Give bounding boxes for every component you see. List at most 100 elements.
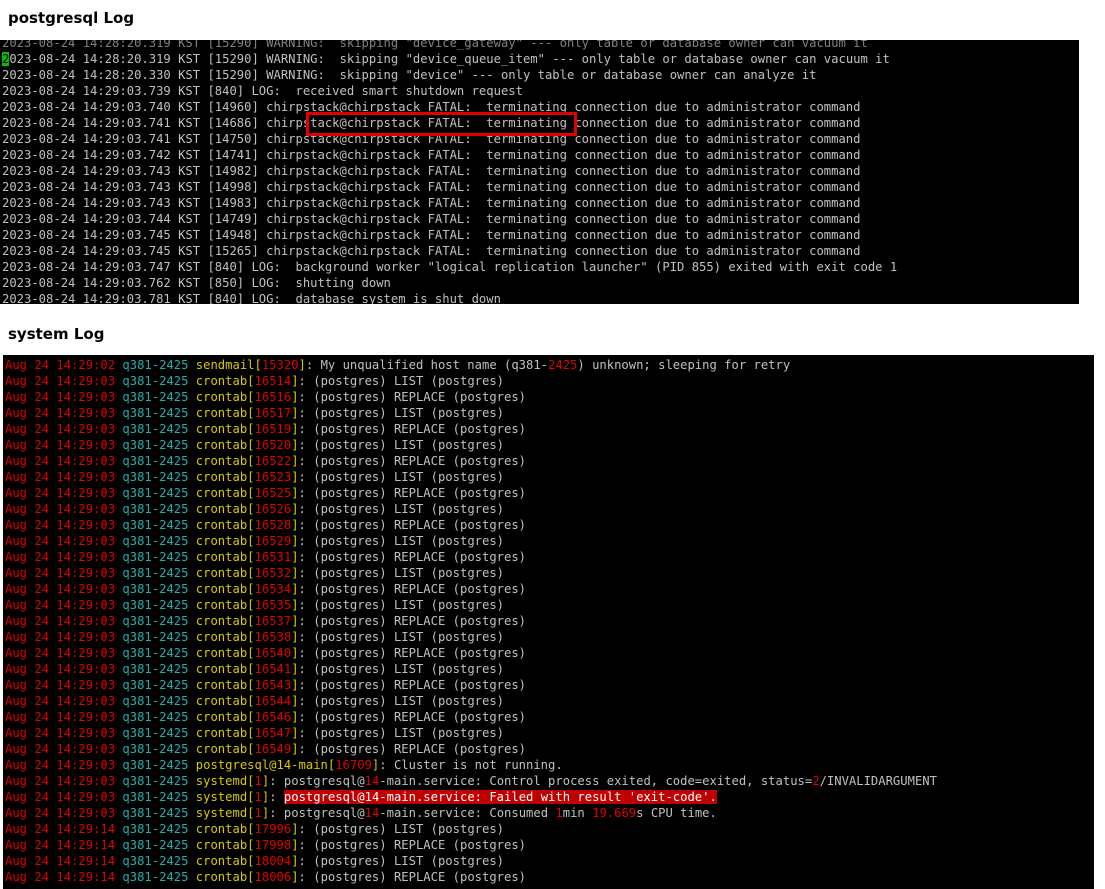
syslog-process: crontab [195, 550, 248, 564]
syslog-line: Aug 24 14:29:03 q381-2425 crontab[16538]… [5, 629, 937, 645]
syslog-line: Aug 24 14:29:03 q381-2425 systemd[1]: po… [5, 805, 937, 821]
syslog-line: Aug 24 14:29:03 q381-2425 crontab[16523]… [5, 469, 937, 485]
syslog-message: My unqualified host name (q381- [320, 358, 549, 372]
log-line-text: 2023-08-24 14:29:03.743 KST [14983] chir… [2, 196, 861, 210]
syslog-host: q381-2425 [122, 438, 189, 452]
syslog-host: q381-2425 [122, 374, 189, 388]
syslog-process: crontab [195, 710, 248, 724]
syslog-separator: : [305, 358, 321, 372]
log-line: 2023-08-24 14:29:03.743 KST [14982] chir… [2, 163, 941, 179]
log-line-text: 2023-08-24 14:29:03.743 KST [14982] chir… [2, 164, 861, 178]
syslog-date: Aug 24 14:29:03 [5, 694, 116, 708]
syslog-process: crontab [195, 534, 248, 548]
syslog-line: Aug 24 14:29:03 q381-2425 crontab[16540]… [5, 645, 937, 661]
log-line: 2023-08-24 14:28:20.319 KST [15290] WARN… [2, 51, 941, 67]
syslog-line: Aug 24 14:29:14 q381-2425 crontab[18004]… [5, 853, 937, 869]
syslog-line: Aug 24 14:29:03 q381-2425 crontab[16535]… [5, 597, 937, 613]
syslog-pid: 16526 [254, 502, 292, 516]
syslog-message: (postgres) REPLACE (postgres) [313, 518, 527, 532]
syslog-message: (postgres) REPLACE (postgres) [313, 486, 527, 500]
syslog-process: crontab [195, 566, 248, 580]
syslog-process: crontab [195, 454, 248, 468]
log-line-text: 2023-08-24 14:29:03.762 KST [850] LOG: s… [2, 276, 391, 290]
log-line-text: 2023-08-24 14:29:03.747 KST [840] LOG: b… [2, 260, 898, 274]
syslog-pid: 16549 [254, 742, 292, 756]
syslog-separator: : [298, 582, 314, 596]
syslog-separator: : [298, 390, 314, 404]
syslog-pid: 1 [254, 774, 262, 788]
syslog-bracket: ] [298, 358, 306, 372]
syslog-process: systemd [195, 790, 248, 804]
syslog-message: ) unknown; sleeping for retry [577, 358, 791, 372]
syslog-line: Aug 24 14:29:03 q381-2425 crontab[16516]… [5, 389, 937, 405]
syslog-date: Aug 24 14:29:03 [5, 806, 116, 820]
syslog-separator: : [298, 518, 314, 532]
log-line-text: 2023-08-24 14:29:03.743 KST [14998] chir… [2, 180, 861, 194]
syslog-host: q381-2425 [122, 502, 189, 516]
log-line: 2023-08-24 14:29:03.743 KST [14983] chir… [2, 195, 941, 211]
syslog-message: (postgres) LIST (postgres) [313, 470, 505, 484]
syslog-bracket: ] [291, 646, 299, 660]
syslog-date: Aug 24 14:29:03 [5, 406, 116, 420]
syslog-bracket: [ [254, 358, 262, 372]
syslog-message: (postgres) LIST (postgres) [313, 566, 505, 580]
syslog-date: Aug 24 14:29:14 [5, 838, 116, 852]
syslog-message: min [562, 806, 593, 820]
syslog-separator: : [298, 630, 314, 644]
postgresql-log-terminal[interactable]: 2023-08-24 14:28:20.319 KST [15290] WARN… [0, 40, 1079, 304]
syslog-bracket: [ [247, 806, 255, 820]
syslog-date: Aug 24 14:29:03 [5, 774, 116, 788]
syslog-host: q381-2425 [122, 566, 189, 580]
syslog-bracket: [ [247, 694, 255, 708]
syslog-host: q381-2425 [122, 486, 189, 500]
syslog-date: Aug 24 14:29:03 [5, 646, 116, 660]
syslog-message: (postgres) LIST (postgres) [313, 502, 505, 516]
syslog-message: (postgres) REPLACE (postgres) [313, 742, 527, 756]
syslog-host: q381-2425 [122, 470, 189, 484]
syslog-date: Aug 24 14:29:03 [5, 710, 116, 724]
log-line-partial: 2023-08-24 14:28:20.319 KST [15290] WARN… [2, 40, 868, 50]
syslog-message: (postgres) LIST (postgres) [313, 438, 505, 452]
syslog-bracket: [ [247, 662, 255, 676]
syslog-line: Aug 24 14:29:03 q381-2425 crontab[16531]… [5, 549, 937, 565]
syslog-error-message: postgresql@14-main.service: Failed with … [283, 790, 717, 804]
syslog-bracket: [ [247, 582, 255, 596]
syslog-separator: : [298, 726, 314, 740]
syslog-bracket: ] [291, 502, 299, 516]
syslog-message: /INVALIDARGUMENT [819, 774, 937, 788]
syslog-message: (postgres) REPLACE (postgres) [313, 390, 527, 404]
log-line-text: 2023-08-24 14:28:20.330 KST [15290] WARN… [2, 68, 817, 82]
log-line: 2023-08-24 14:29:03.744 KST [14749] chir… [2, 211, 941, 227]
log-line-text: 2023-08-24 14:29:03.745 KST [15265] chir… [2, 244, 861, 258]
syslog-process: systemd [195, 774, 248, 788]
syslog-separator: : [298, 486, 314, 500]
syslog-separator: : [298, 662, 314, 676]
syslog-date: Aug 24 14:29:03 [5, 726, 116, 740]
syslog-separator: : [298, 678, 314, 692]
system-log-terminal[interactable]: Aug 24 14:29:02 q381-2425 sendmail[15320… [3, 355, 1094, 889]
syslog-process: crontab [195, 646, 248, 660]
syslog-date: Aug 24 14:29:03 [5, 566, 116, 580]
log-line: 2023-08-24 14:29:03.781 KST [840] LOG: d… [2, 291, 941, 304]
syslog-bracket: [ [247, 678, 255, 692]
syslog-message: (postgres) LIST (postgres) [313, 598, 505, 612]
syslog-host: q381-2425 [122, 710, 189, 724]
syslog-date: Aug 24 14:29:03 [5, 678, 116, 692]
syslog-bracket: ] [291, 438, 299, 452]
syslog-process: crontab [195, 694, 248, 708]
syslog-message: (postgres) REPLACE (postgres) [313, 710, 527, 724]
syslog-separator: : [298, 470, 314, 484]
syslog-bracket: ] [291, 518, 299, 532]
syslog-message: (postgres) LIST (postgres) [313, 630, 505, 644]
syslog-separator: : [298, 374, 314, 388]
syslog-separator: : [298, 614, 314, 628]
postgresql-log-lines: 2023-08-24 14:28:20.319 KST [15290] WARN… [2, 40, 941, 304]
syslog-pid: 16543 [254, 678, 292, 692]
syslog-line: Aug 24 14:29:03 q381-2425 crontab[16519]… [5, 421, 937, 437]
syslog-date: Aug 24 14:29:03 [5, 630, 116, 644]
syslog-separator: : [269, 774, 284, 788]
syslog-separator: : [298, 502, 314, 516]
syslog-process: crontab [195, 678, 248, 692]
syslog-pid: 16525 [254, 486, 292, 500]
syslog-bracket: [ [247, 534, 255, 548]
